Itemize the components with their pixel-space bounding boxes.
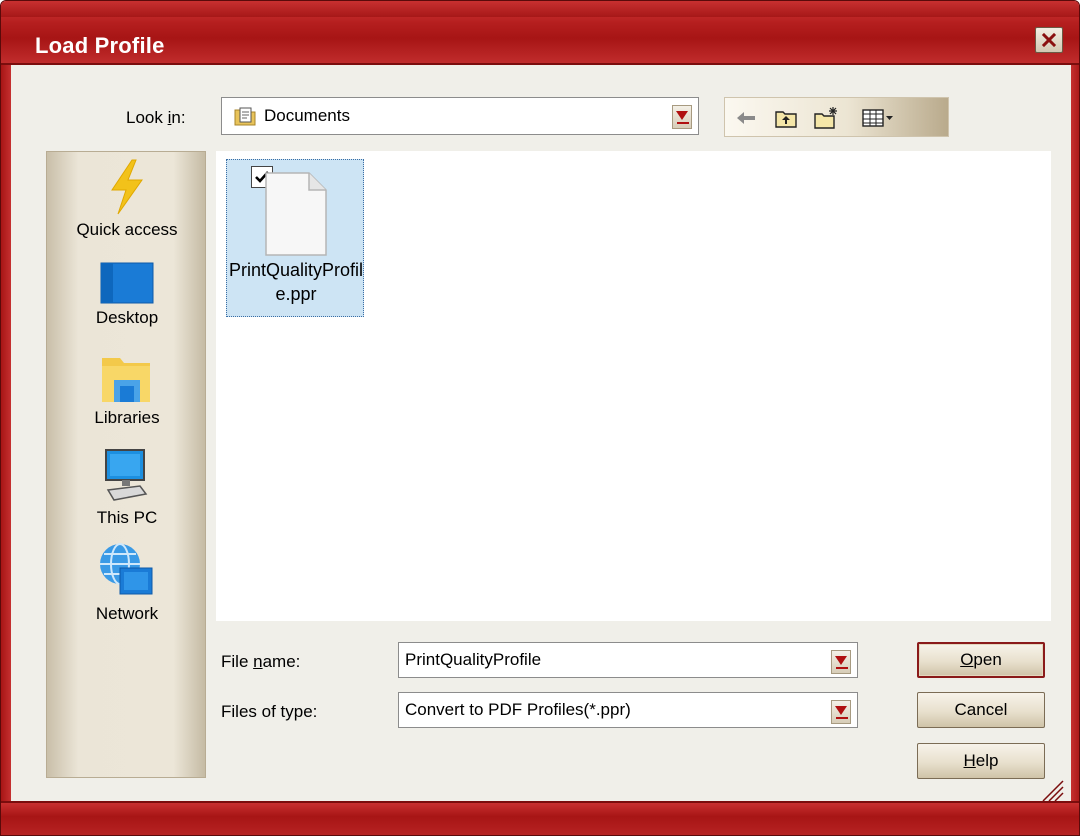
window-title: Load Profile — [35, 33, 165, 58]
look-in-value: Documents — [264, 106, 350, 125]
title-bar[interactable]: Load Profile — [1, 1, 1079, 65]
place-this-pc[interactable]: This PC — [47, 446, 207, 528]
navigation-toolbar — [724, 97, 949, 137]
files-of-type-value: Convert to PDF Profiles(*.ppr) — [405, 700, 631, 719]
file-name-hotkey: n — [253, 652, 263, 671]
close-icon — [1041, 32, 1057, 48]
resize-grip-icon[interactable] — [1037, 777, 1065, 801]
look-in-label-rest: n: — [171, 108, 186, 127]
desktop-icon — [100, 262, 154, 304]
place-libraries[interactable]: Libraries — [47, 354, 207, 428]
documents-folder-icon — [234, 107, 256, 126]
file-name-dropdown-arrow[interactable] — [831, 650, 851, 674]
window-frame-bottom — [1, 801, 1079, 835]
look-in-combo[interactable]: Documents — [221, 97, 699, 135]
help-button-rest: elp — [975, 751, 999, 770]
this-pc-icon — [105, 449, 148, 501]
file-name-text: File — [221, 652, 254, 671]
libraries-icon — [102, 358, 150, 402]
open-button-rest: pen — [973, 650, 1002, 669]
help-button-hotkey: H — [963, 751, 976, 770]
up-folder-icon — [775, 111, 797, 128]
look-in-dropdown-arrow[interactable] — [672, 105, 692, 129]
cancel-button[interactable]: Cancel — [917, 692, 1045, 728]
places-bar: Quick access Desktop Libraries This PC N… — [46, 151, 206, 778]
place-label-this-pc: This PC — [96, 508, 158, 527]
place-label-desktop: Desktop — [95, 308, 159, 327]
file-name-value: PrintQualityProfile — [405, 650, 542, 669]
back-button[interactable] — [731, 104, 761, 132]
window-frame-right — [1071, 65, 1079, 801]
files-of-type-label: Files of type: — [221, 702, 318, 721]
look-in-label: Look in: — [126, 108, 186, 128]
open-button[interactable]: Open — [917, 642, 1045, 678]
load-profile-dialog: Load Profile Look in: Documents Quick ac… — [0, 0, 1080, 836]
place-label-libraries: Libraries — [94, 408, 160, 427]
file-name-rest: ame: — [262, 652, 301, 671]
close-button[interactable] — [1035, 27, 1063, 53]
open-button-hotkey: O — [960, 650, 974, 669]
look-in-label-text: Look — [126, 108, 168, 127]
view-menu-icon — [862, 109, 893, 127]
window-frame-left — [1, 65, 11, 801]
file-item[interactable]: PrintQualityProfile.ppr — [226, 159, 364, 317]
file-name-input[interactable]: PrintQualityProfile — [398, 642, 858, 678]
quick-access-icon — [111, 159, 143, 215]
place-network[interactable]: Network — [47, 542, 207, 624]
new-folder-button[interactable] — [811, 104, 841, 132]
help-button[interactable]: Help — [917, 743, 1045, 779]
place-desktop[interactable]: Desktop — [47, 262, 207, 328]
back-arrow-icon — [737, 112, 755, 124]
title-bar-frame — [1, 1, 1079, 17]
place-label-quick-access: Quick access — [76, 220, 178, 239]
up-folder-button[interactable] — [771, 104, 801, 132]
network-icon — [100, 543, 153, 595]
view-menu-button[interactable] — [857, 104, 899, 132]
document-icon — [265, 172, 327, 256]
place-quick-access[interactable]: Quick access — [47, 158, 207, 240]
file-name-label: PrintQualityProfile.ppr — [228, 260, 364, 304]
file-name-label-field: File name: — [221, 652, 300, 672]
place-label-network: Network — [95, 604, 159, 623]
files-of-type-dropdown-arrow[interactable] — [831, 700, 851, 724]
new-folder-icon — [814, 107, 837, 129]
files-of-type-select[interactable]: Convert to PDF Profiles(*.ppr) — [398, 692, 858, 728]
